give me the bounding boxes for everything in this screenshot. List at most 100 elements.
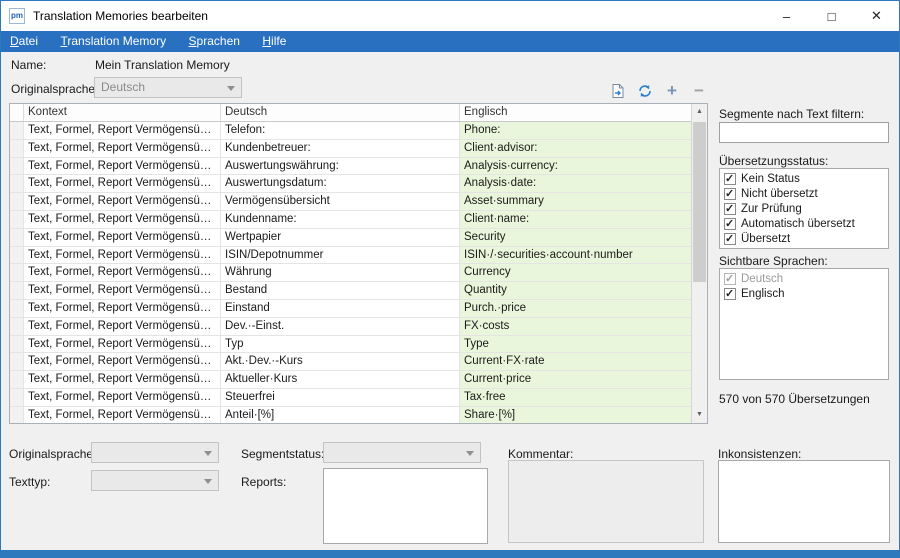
row-selector[interactable] — [10, 300, 24, 318]
row-selector[interactable] — [10, 211, 24, 229]
checkbox-option[interactable]: Zur Prüfung — [720, 201, 888, 216]
translation-table: Kontext Deutsch Englisch Text, Formel, R… — [9, 103, 708, 424]
comment-label: Kommentar: — [508, 447, 573, 461]
scrollbar-thumb[interactable] — [693, 122, 706, 282]
maximize-icon[interactable]: □ — [809, 1, 854, 31]
inconsistencies-list[interactable] — [718, 460, 890, 543]
row-selector[interactable] — [10, 282, 24, 300]
cell-deutsch: Typ — [221, 336, 460, 354]
checkbox[interactable] — [724, 173, 736, 185]
cell-deutsch: Auswertungswährung: — [221, 158, 460, 176]
row-selector[interactable] — [10, 175, 24, 193]
checkbox-option[interactable]: Nicht übersetzt — [720, 186, 888, 201]
row-selector[interactable] — [10, 353, 24, 371]
cell-englisch: Analysis·date: — [460, 175, 692, 193]
cell-kontext: Text, Formel, Report Vermögensü… — [24, 318, 221, 336]
checkbox-option[interactable]: Englisch — [720, 286, 888, 301]
table-row[interactable]: Text, Formel, Report Vermögensü… Auswert… — [10, 175, 707, 193]
close-icon[interactable]: ✕ — [854, 1, 899, 31]
cell-deutsch: Telefon: — [221, 122, 460, 140]
menubar: Datei Translation Memory Sprachen Hilfe — [1, 31, 899, 52]
new-document-icon[interactable] — [609, 82, 627, 100]
table-row[interactable]: Text, Formel, Report Vermögensü… Währung… — [10, 264, 707, 282]
header-englisch[interactable]: Englisch — [460, 104, 692, 121]
menu-translation-memory[interactable]: Translation Memory — [51, 31, 175, 52]
menu-datei[interactable]: Datei — [1, 31, 47, 52]
table-row[interactable]: Text, Formel, Report Vermögensü… Kundenb… — [10, 140, 707, 158]
cell-englisch: Quantity — [460, 282, 692, 300]
chevron-down-icon — [204, 451, 212, 456]
row-selector[interactable] — [10, 336, 24, 354]
segment-status-label: Segmentstatus: — [241, 447, 324, 461]
cell-englisch: Currency — [460, 264, 692, 282]
chevron-down-icon — [204, 479, 212, 484]
checkbox[interactable] — [724, 233, 736, 245]
header-deutsch[interactable]: Deutsch — [221, 104, 460, 121]
table-row[interactable]: Text, Formel, Report Vermögensü… Typ Typ… — [10, 336, 707, 354]
checkbox[interactable] — [724, 288, 736, 300]
cell-englisch: Analysis·currency: — [460, 158, 692, 176]
chevron-down-icon — [227, 86, 235, 91]
row-selector[interactable] — [10, 140, 24, 158]
cell-deutsch: Kundenname: — [221, 211, 460, 229]
checkbox[interactable] — [724, 188, 736, 200]
reports-list[interactable] — [323, 468, 488, 544]
table-row[interactable]: Text, Formel, Report Vermögensü… Bestand… — [10, 282, 707, 300]
table-row[interactable]: Text, Formel, Report Vermögensü… Akt.·De… — [10, 353, 707, 371]
visible-languages-label: Sichtbare Sprachen: — [719, 254, 828, 268]
cell-deutsch: Akt.·Dev.·-Kurs — [221, 353, 460, 371]
cell-englisch: FX·costs — [460, 318, 692, 336]
checkbox[interactable] — [724, 203, 736, 215]
table-row[interactable]: Text, Formel, Report Vermögensü… Kundenn… — [10, 211, 707, 229]
titlebar: pm Translation Memories bearbeiten – □ ✕ — [1, 1, 899, 31]
table-row[interactable]: Text, Formel, Report Vermögensü… Steuerf… — [10, 389, 707, 407]
row-selector[interactable] — [10, 264, 24, 282]
cell-kontext: Text, Formel, Report Vermögensü… — [24, 211, 221, 229]
filter-input[interactable] — [719, 122, 889, 143]
cell-deutsch: Vermögensübersicht — [221, 193, 460, 211]
row-selector[interactable] — [10, 158, 24, 176]
checkbox-option[interactable]: Kein Status — [720, 171, 888, 186]
window-bottom-border — [1, 550, 899, 557]
table-row[interactable]: Text, Formel, Report Vermögensü… Einstan… — [10, 300, 707, 318]
checkbox-label: Zur Prüfung — [741, 203, 802, 215]
row-selector[interactable] — [10, 389, 24, 407]
row-selector[interactable] — [10, 371, 24, 389]
minimize-icon[interactable]: – — [764, 1, 809, 31]
scroll-down-icon[interactable]: ▼ — [692, 407, 707, 423]
table-row[interactable]: Text, Formel, Report Vermögensü… Telefon… — [10, 122, 707, 140]
table-row[interactable]: Text, Formel, Report Vermögensü… ISIN/De… — [10, 247, 707, 265]
cell-deutsch: Währung — [221, 264, 460, 282]
cell-deutsch: Anteil·[%] — [221, 407, 460, 424]
menu-sprachen[interactable]: Sprachen — [180, 31, 249, 52]
row-selector[interactable] — [10, 229, 24, 247]
cell-englisch: Share·[%] — [460, 407, 692, 424]
cell-kontext: Text, Formel, Report Vermögensü… — [24, 122, 221, 140]
checkbox[interactable] — [724, 218, 736, 230]
checkbox-option[interactable]: Automatisch übersetzt — [720, 216, 888, 231]
add-icon[interactable]: + — [663, 82, 681, 100]
checkbox-option[interactable]: Übersetzt — [720, 231, 888, 246]
table-row[interactable]: Text, Formel, Report Vermögensü… Anteil·… — [10, 407, 707, 424]
header-kontext[interactable]: Kontext — [24, 104, 221, 121]
refresh-icon[interactable] — [636, 82, 654, 100]
cell-kontext: Text, Formel, Report Vermögensü… — [24, 389, 221, 407]
row-selector[interactable] — [10, 318, 24, 336]
detail-source-language-dropdown — [91, 442, 219, 463]
scroll-up-icon[interactable]: ▲ — [692, 104, 707, 120]
table-row[interactable]: Text, Formel, Report Vermögensü… Auswert… — [10, 158, 707, 176]
table-row[interactable]: Text, Formel, Report Vermögensü… Vermöge… — [10, 193, 707, 211]
row-selector[interactable] — [10, 407, 24, 424]
remove-icon[interactable]: − — [690, 82, 708, 100]
table-row[interactable]: Text, Formel, Report Vermögensü… Dev.·-E… — [10, 318, 707, 336]
name-label: Name: — [11, 58, 46, 72]
row-selector[interactable] — [10, 193, 24, 211]
row-selector[interactable] — [10, 247, 24, 265]
vertical-scrollbar[interactable]: ▲ ▼ — [691, 104, 707, 423]
row-selector[interactable] — [10, 122, 24, 140]
table-row[interactable]: Text, Formel, Report Vermögensü… Wertpap… — [10, 229, 707, 247]
table-row[interactable]: Text, Formel, Report Vermögensü… Aktuell… — [10, 371, 707, 389]
menu-hilfe[interactable]: Hilfe — [253, 31, 295, 52]
cell-englisch: Purch.·price — [460, 300, 692, 318]
edit-translation-memories-dialog: pm Translation Memories bearbeiten – □ ✕… — [0, 0, 900, 558]
